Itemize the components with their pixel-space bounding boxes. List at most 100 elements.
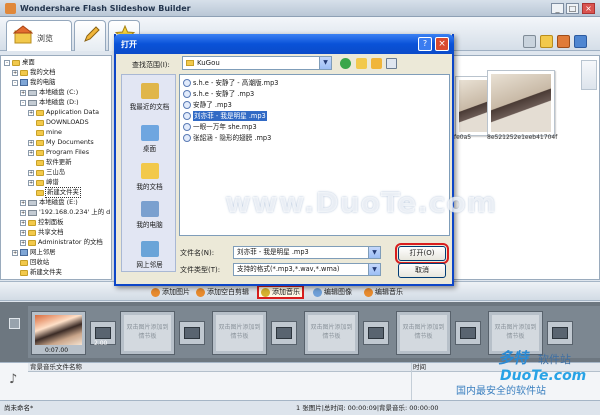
expand-icon[interactable]: + xyxy=(20,229,26,236)
tree-node[interactable]: + Administrator 的文档 xyxy=(20,238,103,247)
watermark-text: www.DuoTe.com xyxy=(225,186,497,219)
tree-node[interactable]: + 网上邻居 xyxy=(12,248,56,257)
tree-node[interactable]: + Application Data xyxy=(28,108,99,117)
transition-cell[interactable] xyxy=(271,321,297,345)
place-label: 桌面 xyxy=(142,145,157,153)
tree-node[interactable]: 新建文件夹 xyxy=(28,187,81,198)
place-my-documents[interactable]: 我的文档 xyxy=(122,163,177,191)
new-folder-icon[interactable] xyxy=(371,58,382,69)
up-folder-icon[interactable] xyxy=(356,58,367,69)
add-blank-clip-button[interactable]: 添加空白剪辑 xyxy=(196,287,249,297)
storyboard-icon xyxy=(9,318,20,329)
expand-icon[interactable]: + xyxy=(20,89,26,96)
folder-tree[interactable]: - 桌面 + 我的文档 - 我的电脑 + 本地磁盘 (C:) - 本地磁盘 (D:) + Applic… xyxy=(0,55,112,280)
dialog-close-button[interactable]: × xyxy=(435,37,449,51)
tree-node[interactable]: - 我的电脑 xyxy=(12,78,56,87)
tree-node-label: My Documents xyxy=(46,138,94,146)
transition-cell[interactable] xyxy=(547,321,573,345)
tree-node[interactable]: - 本地磁盘 (D:) xyxy=(20,98,79,107)
folder-icon xyxy=(20,69,28,76)
file-item[interactable]: s.h.e - 安静了 - 高潮版.mp3 xyxy=(183,78,278,88)
expand-icon[interactable]: + xyxy=(20,219,26,226)
expand-icon[interactable]: + xyxy=(28,179,34,186)
maximize-button[interactable]: □ xyxy=(566,3,579,14)
edit-music-button[interactable]: 编辑音乐 xyxy=(364,287,403,297)
transition-cell[interactable] xyxy=(363,321,389,345)
look-in-dropdown[interactable]: KuGou ▼ xyxy=(182,56,332,70)
transition-cell[interactable] xyxy=(455,321,481,345)
tree-node[interactable]: + 共享文档 xyxy=(20,228,64,237)
dialog-help-button[interactable]: ? xyxy=(418,37,432,51)
image-thumbnail[interactable] xyxy=(487,70,555,136)
edit-image-button[interactable]: 编辑图像 xyxy=(313,287,352,297)
collapse-icon[interactable]: - xyxy=(4,59,10,66)
storyboard-cell[interactable]: 双击图片添加到情节板 xyxy=(396,311,451,355)
tree-node[interactable]: - 桌面 xyxy=(4,58,35,67)
expand-icon[interactable]: + xyxy=(28,109,34,116)
tree-node[interactable]: 新建文件夹 xyxy=(12,268,62,277)
add-image-button[interactable]: 添加图片 xyxy=(151,287,190,297)
tree-node[interactable]: + Program Files xyxy=(28,148,89,157)
tree-node[interactable]: + My Documents xyxy=(28,138,94,147)
file-type-select[interactable]: 支持的格式(*.mp3,*.wav,*.wma) ▼ xyxy=(233,263,381,276)
tree-node[interactable]: + 本地磁盘 (E:) xyxy=(20,198,78,207)
settings-icon[interactable] xyxy=(557,35,570,48)
place-network[interactable]: 网上邻居 xyxy=(122,241,177,269)
tree-node[interactable]: + 嶂谱 xyxy=(28,178,59,187)
view-menu-icon[interactable] xyxy=(386,58,397,69)
storyboard-cell[interactable]: 0:07.00 xyxy=(31,311,86,355)
expand-icon[interactable]: + xyxy=(28,139,34,146)
place-recent-documents[interactable]: 我最近的文档 xyxy=(122,83,177,111)
chevron-down-icon[interactable]: ▼ xyxy=(368,247,380,258)
expand-icon[interactable]: + xyxy=(28,149,34,156)
tree-node[interactable]: mine xyxy=(28,128,62,137)
help-icon[interactable] xyxy=(574,35,587,48)
file-item[interactable]: 刘亦菲 - 我是明星 .mp3 xyxy=(183,111,267,121)
open-button[interactable]: 打开(O) xyxy=(395,243,449,264)
file-item[interactable]: s.h.e - 安静了 .mp3 xyxy=(183,89,254,99)
file-item[interactable]: 安静了 .mp3 xyxy=(183,100,232,110)
back-icon[interactable] xyxy=(340,58,351,69)
new-project-icon[interactable] xyxy=(523,35,536,48)
collapse-icon[interactable]: - xyxy=(12,79,18,86)
expand-icon[interactable]: + xyxy=(20,199,26,206)
minimize-button[interactable]: _ xyxy=(551,3,564,14)
file-name: 张韶涵 - 隐形的翅膀 .mp3 xyxy=(193,134,272,142)
file-item[interactable]: 一眼一万年 she.mp3 xyxy=(183,122,257,132)
transition-cell[interactable] xyxy=(179,321,205,345)
drive-icon xyxy=(28,89,37,96)
tab-edit[interactable] xyxy=(74,20,106,51)
tree-node-label: Program Files xyxy=(46,148,90,156)
tab-browse[interactable]: 浏览 xyxy=(6,20,72,51)
expand-icon[interactable]: + xyxy=(20,209,26,216)
expand-icon[interactable]: + xyxy=(28,169,34,176)
place-desktop[interactable]: 桌面 xyxy=(122,125,177,153)
close-window-button[interactable]: × xyxy=(582,3,595,14)
expand-icon[interactable]: + xyxy=(20,239,26,246)
tree-node[interactable]: + '192.168.0.234' 上的 d (Z xyxy=(20,208,111,217)
view-options-panel[interactable] xyxy=(581,60,597,90)
place-label: 我的文档 xyxy=(136,183,163,191)
tree-node[interactable]: 回收站 xyxy=(12,258,49,267)
storyboard-cell[interactable]: 双击图片添加到情节板 xyxy=(304,311,359,355)
tree-node[interactable]: 软件更新 xyxy=(28,158,72,167)
tree-node[interactable]: + 我的文档 xyxy=(12,68,56,77)
cancel-button[interactable]: 取消 xyxy=(398,263,446,278)
tree-node[interactable]: DOWNLOADS xyxy=(28,118,89,127)
storyboard-cell[interactable]: 双击图片添加到情节板 xyxy=(120,311,175,355)
tree-node[interactable]: + 本地磁盘 (C:) xyxy=(20,88,78,97)
file-item[interactable]: 张韶涵 - 隐形的翅膀 .mp3 xyxy=(183,133,271,143)
place-my-computer[interactable]: 我的电脑 xyxy=(122,201,177,229)
chevron-down-icon[interactable]: ▼ xyxy=(368,264,380,275)
collapse-icon[interactable]: - xyxy=(20,99,26,106)
tree-node[interactable]: + 三山岛 xyxy=(28,168,65,177)
add-music-button[interactable]: 添加音乐 xyxy=(257,285,304,299)
storyboard-cell[interactable]: 双击图片添加到情节板 xyxy=(212,311,267,355)
expand-icon[interactable]: + xyxy=(12,249,18,256)
tree-node[interactable]: + 控制面板 xyxy=(20,218,64,227)
file-name-input[interactable]: 刘亦菲 - 我是明星 .mp3 ▼ xyxy=(233,246,381,259)
expand-icon[interactable]: + xyxy=(12,69,18,76)
chevron-down-icon[interactable]: ▼ xyxy=(319,57,331,69)
audio-file-icon xyxy=(183,123,191,131)
open-project-icon[interactable] xyxy=(540,35,553,48)
